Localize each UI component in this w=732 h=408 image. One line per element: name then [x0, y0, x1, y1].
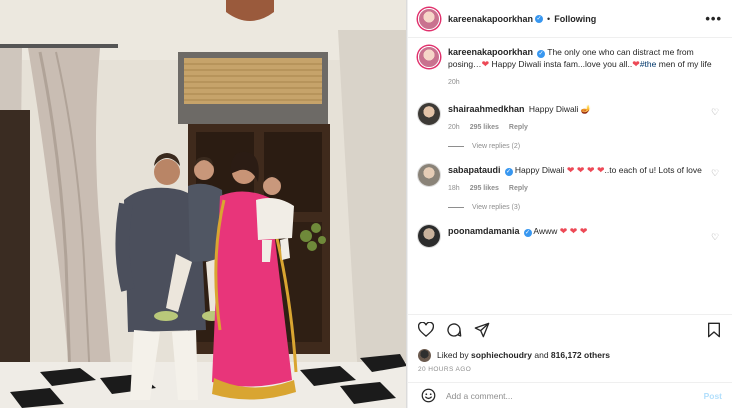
comment-icon[interactable]	[444, 320, 464, 340]
caption-avatar[interactable]	[418, 46, 440, 68]
family-photo-image	[0, 0, 406, 408]
diya-emoji: 🪔	[580, 104, 592, 114]
post-header: kareenakapoorkhan ✓ • Following •••	[408, 0, 732, 38]
view-replies-label: View replies (3)	[472, 204, 521, 211]
bookmark-icon[interactable]	[704, 320, 724, 340]
emoji-icon[interactable]	[418, 386, 438, 406]
comment-age: 20h	[448, 124, 460, 131]
caption-meta: 20h	[448, 77, 722, 89]
like-comment-heart-icon[interactable]: ♡	[711, 233, 720, 242]
comment-body: Happy Diwali	[514, 165, 565, 175]
comment-input[interactable]	[446, 390, 696, 401]
separator-dot: •	[547, 13, 551, 24]
liker-avatar[interactable]	[418, 348, 431, 362]
like-comment-heart-icon[interactable]: ♡	[711, 108, 720, 117]
hearts-emoji: ❤ ❤ ❤	[559, 226, 588, 236]
comments-list[interactable]: kareenakapoorkhan ✓ The only one who can …	[408, 38, 732, 314]
caption-username[interactable]: kareenakapoorkhan	[448, 47, 533, 57]
heart-emoji: ❤	[632, 59, 640, 69]
comment-meta: 18h 295 likes Reply	[448, 183, 722, 195]
verified-icon: ✓	[504, 168, 513, 176]
hearts-emoji: ❤ ❤ ❤ ❤	[566, 165, 605, 175]
commenter-username[interactable]: poonamdamania	[448, 226, 520, 236]
heart-icon[interactable]	[416, 320, 436, 340]
action-bar	[408, 314, 732, 344]
comment: poonamdamania ✓ Awww ❤ ❤ ❤ ♡	[418, 225, 722, 247]
comment: sabapataudi ✓ Happy Diwali ❤ ❤ ❤ ❤..to ea…	[418, 164, 722, 195]
comment-text: sabapataudi ✓ Happy Diwali ❤ ❤ ❤ ❤..to ea…	[448, 164, 722, 195]
likes-count[interactable]: 816,172 others	[551, 350, 610, 360]
like-comment-heart-icon[interactable]: ♡	[711, 169, 720, 178]
comment-text: shairaahmedkhan Happy Diwali 🪔 20h 295 l…	[448, 103, 722, 134]
commenter-avatar[interactable]	[418, 103, 440, 125]
view-replies-label: View replies (2)	[472, 143, 521, 150]
reply-button[interactable]: Reply	[509, 122, 528, 134]
following-button[interactable]: Following	[554, 14, 596, 24]
caption-part-2: Happy Diwali insta fam...love you all..	[491, 59, 633, 69]
comment: shairaahmedkhan Happy Diwali 🪔 20h 295 l…	[418, 103, 722, 134]
commenter-username[interactable]: sabapataudi	[448, 165, 501, 175]
comment-body: Happy Diwali	[528, 104, 579, 114]
divider-line	[448, 146, 464, 147]
comment-text: poonamdamania ✓ Awww ❤ ❤ ❤	[448, 225, 722, 237]
verified-icon: ✓	[523, 229, 532, 237]
comment-likes[interactable]: 295 likes	[470, 122, 499, 134]
verified-icon: ✓	[537, 50, 546, 58]
add-comment-bar: Post	[408, 382, 732, 408]
post-details-panel: kareenakapoorkhan ✓ • Following ••• kare…	[407, 0, 732, 408]
likes-summary: Liked by sophiechoudry and 816,172 other…	[408, 344, 732, 366]
divider-line	[448, 207, 464, 208]
more-icon[interactable]: •••	[705, 11, 722, 26]
heart-emoji: ❤	[481, 59, 490, 69]
verified-icon: ✓	[535, 14, 544, 23]
view-replies-button[interactable]: View replies (2)	[448, 143, 722, 150]
likes-text: Liked by sophiechoudry and 816,172 other…	[437, 350, 610, 360]
author-username[interactable]: kareenakapoorkhan	[448, 14, 533, 24]
caption-text: kareenakapoorkhan ✓ The only one who can …	[448, 46, 722, 89]
caption: kareenakapoorkhan ✓ The only one who can …	[418, 46, 722, 89]
author-avatar[interactable]	[418, 7, 440, 30]
post-timestamp: 20 HOURS AGO	[418, 366, 472, 373]
caption-part-3: men of my life	[658, 59, 712, 69]
post-button[interactable]: Post	[704, 391, 722, 401]
liker-username[interactable]: sophiechoudry	[471, 350, 532, 360]
post-photo[interactable]	[0, 0, 407, 408]
comment-body-tail: ..to each of u! Lots of love	[604, 165, 702, 175]
caption-age: 20h	[448, 79, 460, 86]
commenter-username[interactable]: shairaahmedkhan	[448, 104, 525, 114]
comment-likes[interactable]: 295 likes	[470, 183, 499, 195]
comment-body: Awww	[533, 226, 558, 236]
hashtag-link[interactable]: #the	[640, 59, 657, 69]
likes-prefix: Liked by	[437, 350, 469, 360]
comment-age: 18h	[448, 185, 460, 192]
commenter-avatar[interactable]	[418, 164, 440, 186]
likes-mid: and	[534, 350, 549, 360]
view-replies-button[interactable]: View replies (3)	[448, 204, 722, 211]
commenter-avatar[interactable]	[418, 225, 440, 247]
reply-button[interactable]: Reply	[509, 183, 528, 195]
comment-meta: 20h 295 likes Reply	[448, 122, 722, 134]
instagram-post-view: kareenakapoorkhan ✓ • Following ••• kare…	[0, 0, 732, 408]
share-icon[interactable]	[472, 320, 492, 340]
